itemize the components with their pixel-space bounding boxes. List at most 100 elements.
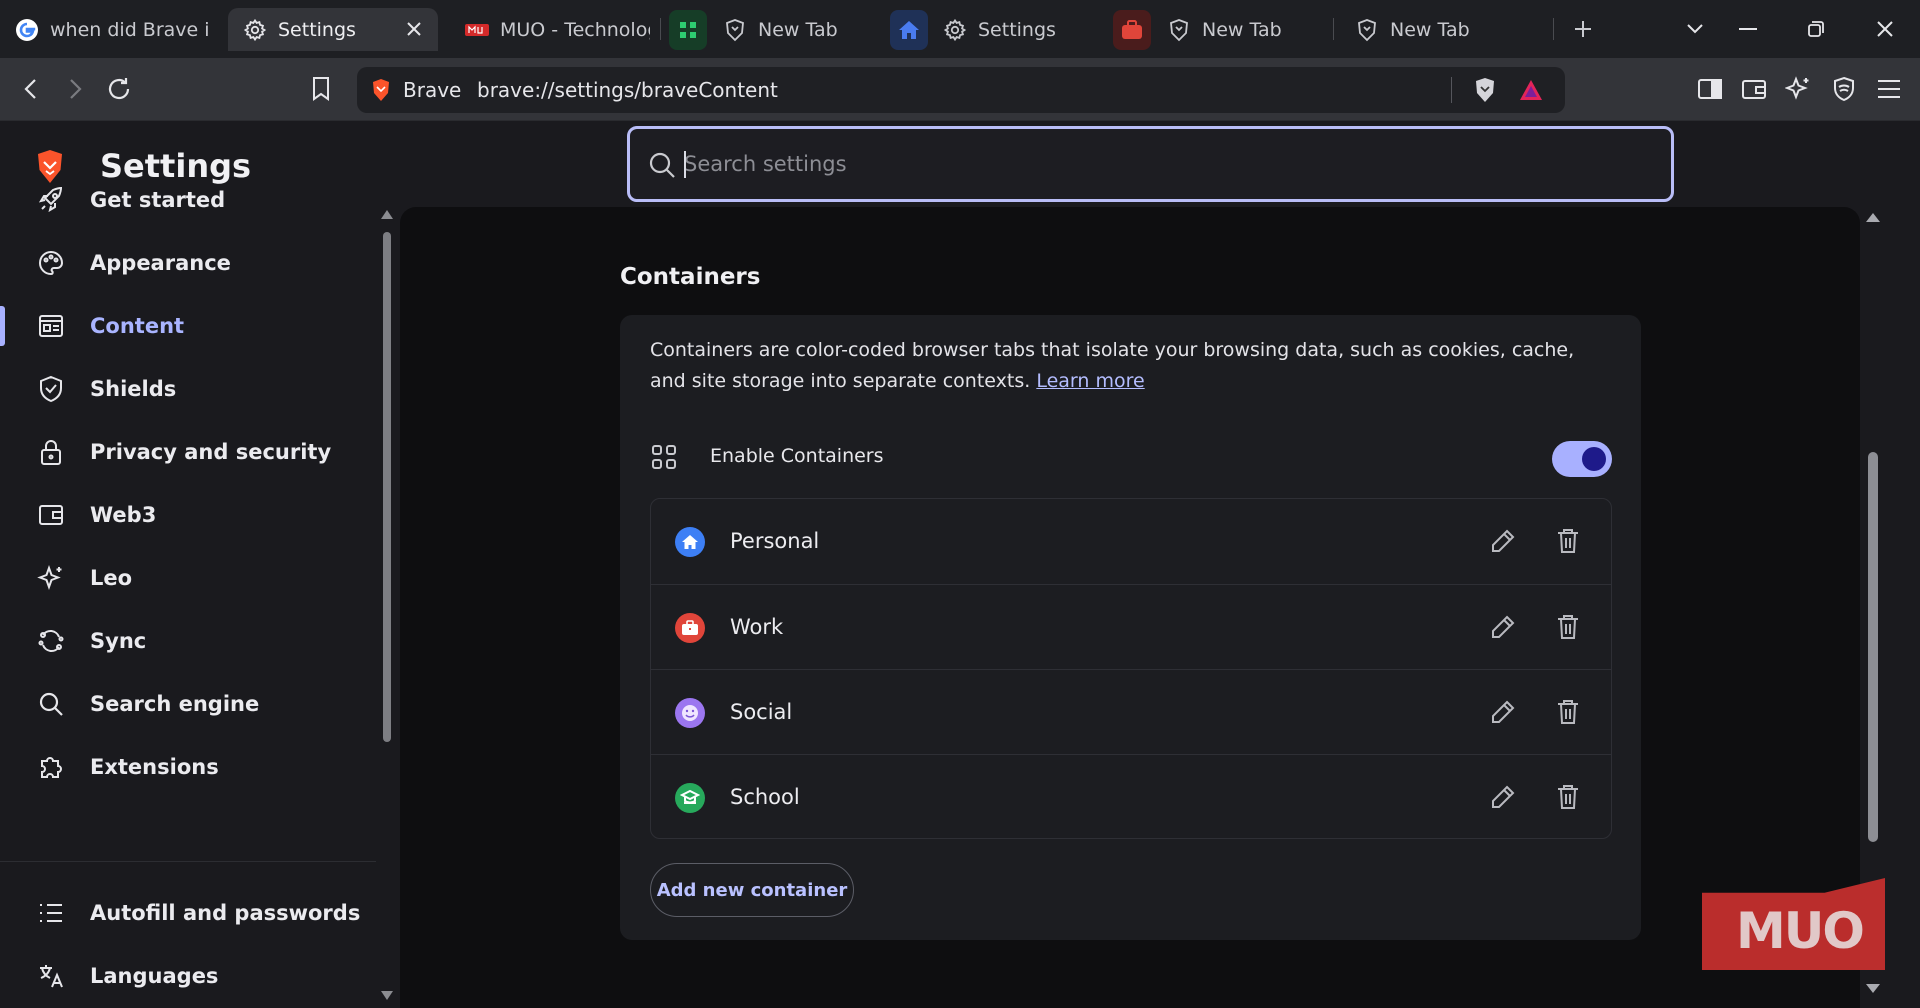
briefcase-icon [675,613,705,643]
section-title-containers: Containers [620,264,761,290]
leo-sparkle-icon [36,563,66,593]
close-tab-icon[interactable] [404,19,424,39]
back-arrow-icon[interactable] [15,73,47,105]
browser-toolbar: Brave brave://settings/braveContent [0,58,1920,121]
wallet-icon[interactable] [1738,73,1770,105]
tab-separator [1553,18,1554,40]
tab-separator [1333,18,1334,40]
container-row-social: Social [651,669,1611,754]
text-caret [684,151,686,178]
lock-icon [36,437,66,467]
edit-pencil-icon[interactable] [1489,527,1519,557]
menu-hamburger-icon[interactable] [1873,73,1905,105]
leo-sparkle-icon[interactable] [1782,73,1814,105]
list-icon [36,898,66,928]
delete-trash-icon[interactable] [1555,698,1585,728]
search-settings-input[interactable] [684,145,1644,183]
edit-pencil-icon[interactable] [1489,698,1519,728]
close-window-icon[interactable] [1870,14,1900,44]
enable-containers-toggle[interactable] [1552,441,1612,477]
tab-search-chevron-down-icon[interactable] [1680,14,1710,44]
delete-trash-icon[interactable] [1555,613,1585,643]
reload-icon[interactable] [103,73,135,105]
sidebar-item-shields[interactable]: Shields [0,364,376,414]
address-bar[interactable]: Brave brave://settings/braveContent [357,67,1565,113]
wallet-icon [36,500,66,530]
brave-shields-icon[interactable] [1469,74,1501,106]
container-row-school: School [651,754,1611,839]
tab-settings-2[interactable]: Settings [942,8,1092,51]
sidebar-item-privacy-security[interactable]: Privacy and security [0,427,376,477]
bookmark-icon[interactable] [305,73,337,105]
url-text[interactable]: brave://settings/braveContent [477,78,778,102]
gear-icon [942,17,968,43]
shield-icon [36,374,66,404]
enable-containers-row: Enable Containers [650,433,1612,483]
sidebar-item-extensions[interactable]: Extensions [0,742,376,792]
vpn-shield-icon[interactable] [1828,73,1860,105]
palette-icon [36,248,66,278]
minimize-icon[interactable] [1733,14,1763,44]
search-icon [36,689,66,719]
gear-icon [242,17,268,43]
search-icon [648,151,676,179]
brave-rewards-triangle-icon[interactable] [1515,74,1547,106]
sidebar-item-content[interactable]: Content [0,301,376,351]
brave-shield-icon [1354,17,1380,43]
active-indicator [0,306,5,346]
tab-new-tab-2[interactable]: New Tab [1166,8,1316,51]
tab-new-tab-1[interactable]: New Tab [722,8,872,51]
sidebar-item-leo[interactable]: Leo [0,553,376,603]
delete-trash-icon[interactable] [1555,783,1585,813]
home-icon [675,527,705,557]
forward-arrow-icon[interactable] [59,73,91,105]
tab-group-chip-blue[interactable] [890,10,928,50]
content-icon [36,311,66,341]
sidebar-item-languages[interactable]: Languages [0,951,376,1001]
brave-shield-icon [1166,17,1192,43]
tab-settings-active[interactable]: Settings [228,8,438,51]
sync-icon [36,626,66,656]
edit-pencil-icon[interactable] [1489,613,1519,643]
new-tab-plus-icon[interactable] [1568,14,1598,44]
sidebar-item-web3[interactable]: Web3 [0,490,376,540]
containers-card: Containers are color-coded browser tabs … [620,315,1641,940]
add-new-container-button[interactable]: Add new container [650,863,854,917]
tab-group-chip-red[interactable] [1113,10,1151,50]
settings-sidebar: Settings Get started Appearance Content … [0,121,376,1008]
delete-trash-icon[interactable] [1555,527,1585,557]
tab-separator [660,18,661,40]
rocket-icon [36,185,66,215]
sidebar-scrollbar[interactable] [380,90,394,1008]
omnibox-separator [1451,77,1452,103]
search-settings-box[interactable] [627,126,1674,202]
smiley-icon [675,698,705,728]
translate-icon [36,961,66,991]
tab-google-search[interactable]: when did Brave int [14,8,214,51]
containers-list: Personal Work Social School [650,498,1612,839]
muo-icon [464,17,490,43]
edit-pencil-icon[interactable] [1489,783,1519,813]
sidebar-item-sync[interactable]: Sync [0,616,376,666]
puzzle-icon [36,752,66,782]
sidebar-item-search-engine[interactable]: Search engine [0,679,376,729]
container-row-personal: Personal [651,499,1611,584]
learn-more-link[interactable]: Learn more [1036,370,1144,392]
brave-shield-icon [722,17,748,43]
toggle-knob [1582,447,1606,471]
containers-description: Containers are color-coded browser tabs … [650,339,1575,392]
restore-window-icon[interactable] [1801,14,1831,44]
graduation-cap-icon [675,783,705,813]
google-icon [14,17,40,43]
container-row-work: Work [651,584,1611,669]
containers-grid-icon [650,443,678,471]
tab-strip: when did Brave int Settings MUO - Techno… [0,0,1920,58]
tab-muo[interactable]: MUO - Technology [464,8,654,51]
sidebar-divider [0,861,376,862]
sidebar-item-get-started[interactable]: Get started [0,175,376,225]
sidebar-toggle-icon[interactable] [1694,73,1726,105]
tab-new-tab-3[interactable]: New Tab [1354,8,1534,51]
sidebar-item-autofill-passwords[interactable]: Autofill and passwords [0,888,376,938]
sidebar-item-appearance[interactable]: Appearance [0,238,376,288]
tab-group-chip-green[interactable] [669,10,707,50]
